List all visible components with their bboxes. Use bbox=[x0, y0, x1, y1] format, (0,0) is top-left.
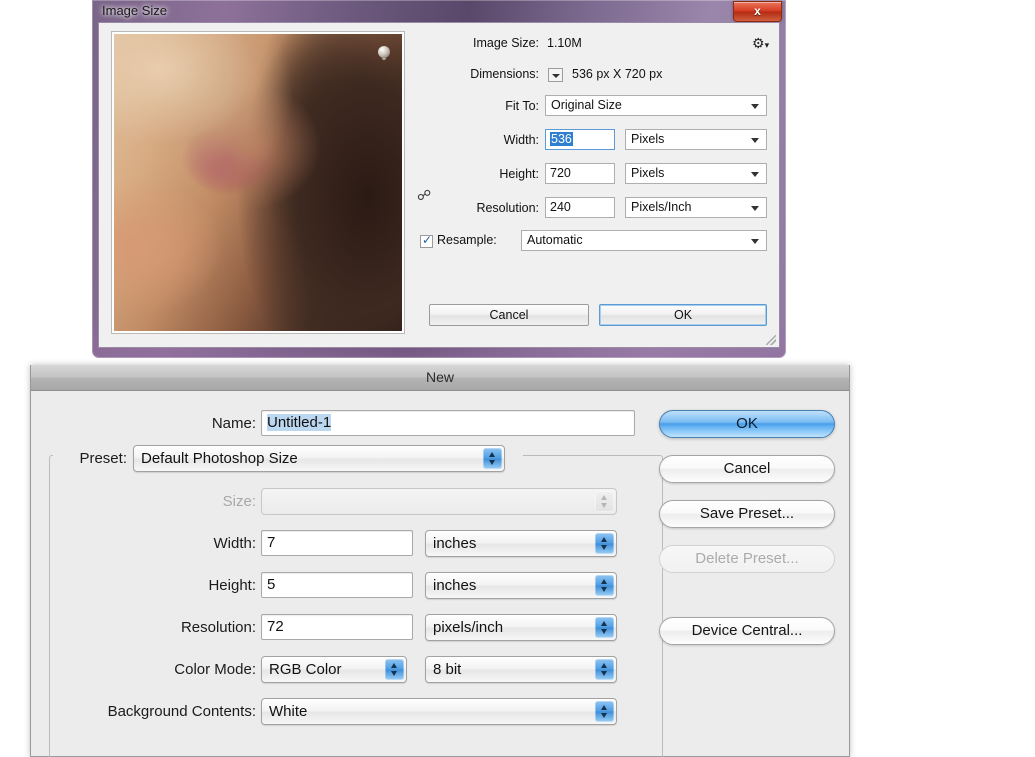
image-preview-panel bbox=[111, 31, 405, 334]
delete-preset-button: Delete Preset... bbox=[659, 545, 835, 573]
width-label: Width: bbox=[213, 535, 256, 552]
color-mode-label: Color Mode: bbox=[174, 661, 256, 678]
width-input[interactable]: 7 bbox=[261, 530, 413, 556]
resolution-unit-select[interactable]: pixels/inch bbox=[425, 614, 617, 641]
stepper-icon[interactable] bbox=[595, 701, 614, 722]
gear-icon[interactable]: ⚙▾ bbox=[752, 36, 769, 50]
size-label: Size: bbox=[222, 493, 256, 510]
width-unit-value: Pixels bbox=[631, 132, 665, 146]
width-unit-select[interactable]: Pixels bbox=[625, 129, 767, 150]
height-unit-select[interactable]: Pixels bbox=[625, 163, 767, 184]
name-label: Name: bbox=[211, 415, 256, 432]
name-input[interactable]: Untitled-1 bbox=[261, 410, 635, 436]
resolution-label: Resolution: bbox=[180, 619, 256, 636]
resolution-input[interactable]: 240 bbox=[545, 197, 615, 218]
width-value: 7 bbox=[267, 534, 276, 551]
resolution-unit-value: pixels/inch bbox=[433, 619, 504, 636]
width-unit-select[interactable]: inches bbox=[425, 530, 617, 557]
stepper-icon[interactable] bbox=[385, 659, 404, 680]
stepper-icon[interactable] bbox=[595, 533, 614, 554]
height-value: 720 bbox=[550, 166, 571, 180]
stepper-icon[interactable] bbox=[483, 448, 502, 469]
resolution-unit-select[interactable]: Pixels/Inch bbox=[625, 197, 767, 218]
new-dialog-body: Name: Untitled-1 Preset: Default Photosh… bbox=[31, 391, 849, 757]
preset-select[interactable]: Default Photoshop Size bbox=[133, 445, 505, 472]
color-depth-select[interactable]: 8 bit bbox=[425, 656, 617, 683]
resample-label: Resample: bbox=[437, 233, 497, 247]
image-size-field-label: Image Size: bbox=[472, 36, 539, 50]
height-label: Height: bbox=[499, 167, 539, 181]
cancel-button[interactable]: Cancel bbox=[429, 304, 589, 326]
device-central-button[interactable]: Device Central... bbox=[659, 617, 835, 645]
resample-select[interactable]: Automatic bbox=[521, 230, 767, 251]
width-value: 536 bbox=[550, 132, 573, 146]
image-size-fields: Image Size: 1.10M ⚙▾ Dimensions: 536 px … bbox=[417, 29, 775, 343]
fit-to-select[interactable]: Original Size bbox=[545, 95, 767, 116]
height-unit-select[interactable]: inches bbox=[425, 572, 617, 599]
resolution-label: Resolution: bbox=[476, 201, 539, 215]
color-mode-value: RGB Color bbox=[269, 661, 342, 678]
preset-value: Default Photoshop Size bbox=[141, 450, 298, 467]
image-preview-thumbnail bbox=[114, 34, 402, 331]
stepper-icon[interactable] bbox=[595, 575, 614, 596]
resolution-input[interactable]: 72 bbox=[261, 614, 413, 640]
resample-checkbox[interactable] bbox=[420, 233, 433, 248]
height-label: Height: bbox=[208, 577, 256, 594]
resize-grip-icon[interactable] bbox=[766, 335, 776, 345]
dimensions-dropdown-button[interactable] bbox=[548, 68, 563, 82]
width-unit-value: inches bbox=[433, 535, 477, 552]
size-select bbox=[261, 488, 617, 515]
ok-button[interactable]: OK bbox=[599, 304, 767, 326]
background-contents-select[interactable]: White bbox=[261, 698, 617, 725]
width-label: Width: bbox=[503, 133, 539, 147]
name-value: Untitled-1 bbox=[267, 414, 332, 431]
image-size-value: 1.10M bbox=[547, 36, 582, 50]
save-preset-button[interactable]: Save Preset... bbox=[659, 500, 835, 528]
chevron-down-icon bbox=[751, 172, 759, 177]
resolution-value: 240 bbox=[550, 200, 571, 214]
image-size-dialog: Image Size x Image Size: 1.10M ⚙▾ Dimens… bbox=[92, 0, 786, 358]
resolution-unit-value: Pixels/Inch bbox=[631, 200, 692, 214]
image-size-body: Image Size: 1.10M ⚙▾ Dimensions: 536 px … bbox=[98, 22, 780, 348]
new-dialog-title: New bbox=[425, 369, 454, 385]
height-input[interactable]: 720 bbox=[545, 163, 615, 184]
chevron-down-icon bbox=[751, 104, 759, 109]
chevron-down-icon bbox=[751, 206, 759, 211]
fit-to-label: Fit To: bbox=[505, 99, 539, 113]
stepper-icon[interactable] bbox=[595, 659, 614, 680]
close-icon[interactable]: x bbox=[733, 1, 782, 22]
image-size-titlebar[interactable]: Image Size x bbox=[92, 0, 786, 22]
background-contents-label: Background Contents: bbox=[107, 703, 256, 720]
chevron-down-icon bbox=[751, 239, 759, 244]
new-document-dialog: New Name: Untitled-1 Preset: Default Pho… bbox=[30, 365, 850, 757]
stepper-icon bbox=[595, 491, 614, 512]
fit-to-value: Original Size bbox=[551, 98, 622, 112]
height-unit-value: Pixels bbox=[631, 166, 665, 180]
color-depth-value: 8 bit bbox=[433, 661, 462, 678]
image-size-title: Image Size bbox=[102, 3, 168, 18]
height-value: 5 bbox=[267, 576, 276, 593]
dimensions-value: 536 px X 720 px bbox=[572, 67, 663, 81]
cancel-button[interactable]: Cancel bbox=[659, 455, 835, 483]
ok-button[interactable]: OK bbox=[659, 410, 835, 438]
preset-label: Preset: bbox=[79, 450, 127, 467]
chevron-down-icon bbox=[751, 138, 759, 143]
new-dialog-titlebar[interactable]: New bbox=[31, 365, 849, 391]
resolution-value: 72 bbox=[267, 618, 284, 635]
color-mode-select[interactable]: RGB Color bbox=[261, 656, 407, 683]
background-contents-value: White bbox=[269, 703, 308, 720]
height-input[interactable]: 5 bbox=[261, 572, 413, 598]
screenshot-page: Image Size x Image Size: 1.10M ⚙▾ Dimens… bbox=[0, 0, 1035, 757]
width-input[interactable]: 536 bbox=[545, 129, 615, 150]
height-unit-value: inches bbox=[433, 577, 477, 594]
stepper-icon[interactable] bbox=[595, 617, 614, 638]
dimensions-label: Dimensions: bbox=[470, 67, 539, 81]
resample-value: Automatic bbox=[527, 233, 583, 247]
